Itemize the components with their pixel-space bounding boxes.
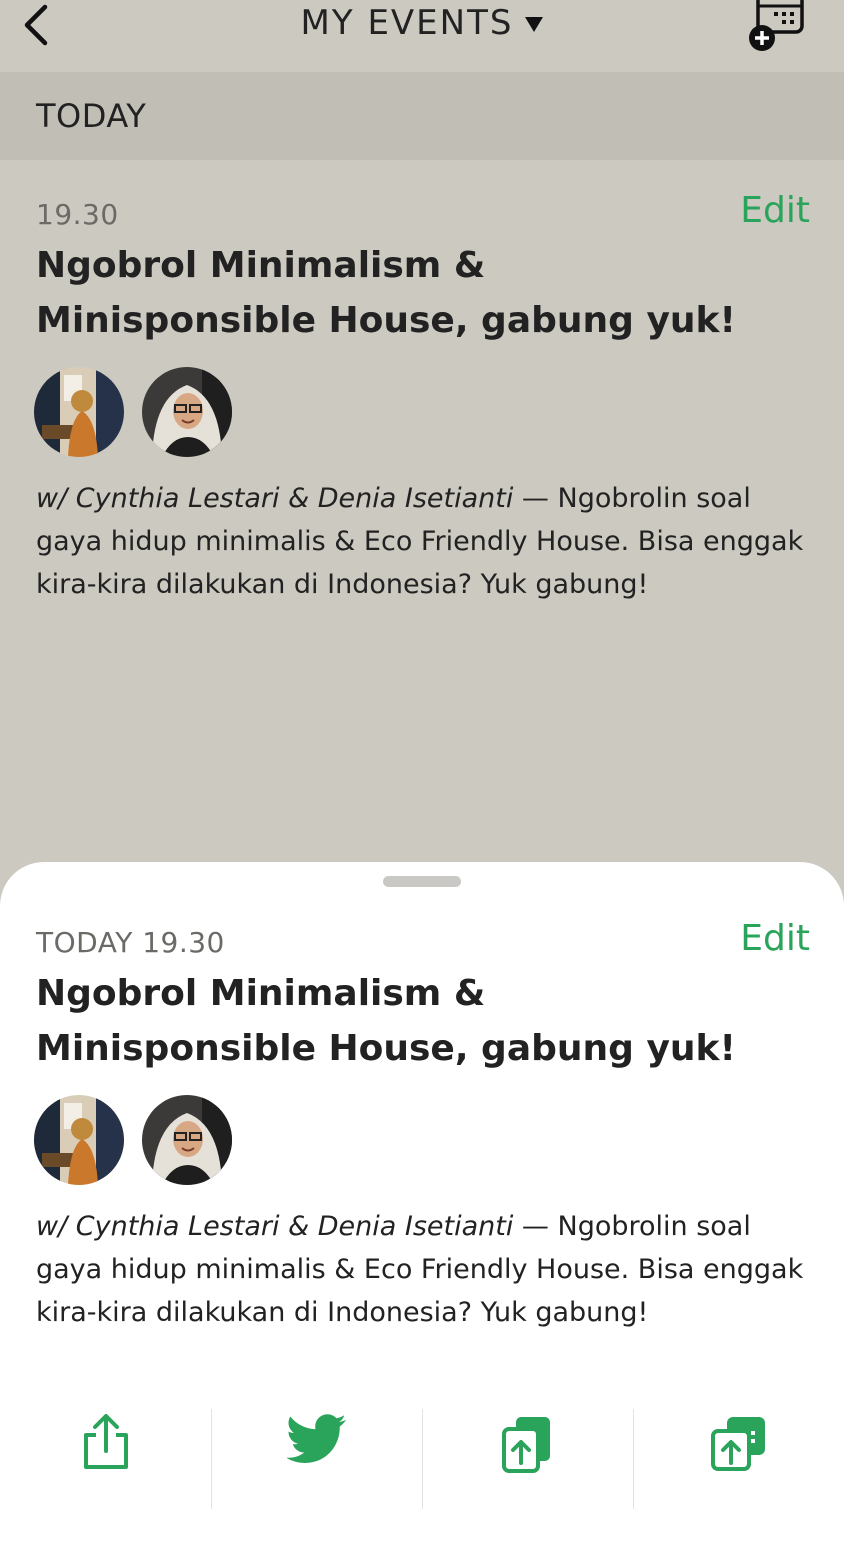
copy-link-icon (501, 1417, 550, 1473)
avatar-cynthia-lestari[interactable] (34, 367, 124, 457)
event-detail-description: w/ Cynthia Lestari & Denia Isetianti — N… (36, 1205, 816, 1334)
event-detail-time: TODAY 19.30 (36, 926, 225, 959)
tweet-button[interactable] (211, 1405, 422, 1509)
edit-button[interactable]: Edit (740, 190, 810, 231)
add-to-calendar-button[interactable] (633, 1405, 844, 1509)
event-hosts: w/ Cynthia Lestari & Denia Isetianti (36, 1211, 514, 1242)
calendar-add-icon (749, 0, 804, 51)
avatar-cynthia-lestari[interactable] (34, 1095, 124, 1185)
share-icon (83, 1414, 128, 1469)
add-to-calendar-icon (710, 1417, 765, 1471)
sheet-grabber[interactable] (383, 876, 461, 887)
add-event-button[interactable] (744, 0, 808, 52)
section-label: TODAY (36, 97, 147, 135)
event-title: Ngobrol Minimalism & Minisponsible House… (36, 245, 736, 341)
event-list-item[interactable]: 19.30 Edit Ngobrol Minimalism & Minispon… (0, 160, 844, 620)
event-description: w/ Cynthia Lestari & Denia Isetianti — N… (36, 477, 816, 606)
caret-down-icon (525, 16, 544, 32)
share-button[interactable] (0, 1405, 211, 1500)
top-bar: MY EVENTS (0, 0, 844, 72)
page-title: MY EVENTS (300, 3, 514, 43)
separator: — (513, 1211, 558, 1242)
event-detail: TODAY 19.30 Edit Ngobrol Minimalism & Mi… (0, 888, 844, 1368)
separator: — (513, 483, 558, 514)
event-detail-title: Ngobrol Minimalism & Minisponsible House… (36, 973, 736, 1069)
section-header-today: TODAY (0, 72, 844, 160)
avatar-denia-isetianti[interactable] (142, 367, 232, 457)
share-actions-bar (0, 1405, 844, 1509)
copy-link-button[interactable] (422, 1405, 633, 1509)
title-dropdown[interactable]: MY EVENTS (0, 0, 844, 46)
event-time: 19.30 (36, 198, 119, 231)
avatar-denia-isetianti[interactable] (142, 1095, 232, 1185)
edit-button[interactable]: Edit (740, 918, 810, 959)
twitter-icon (286, 1414, 346, 1463)
event-hosts: w/ Cynthia Lestari & Denia Isetianti (36, 483, 514, 514)
